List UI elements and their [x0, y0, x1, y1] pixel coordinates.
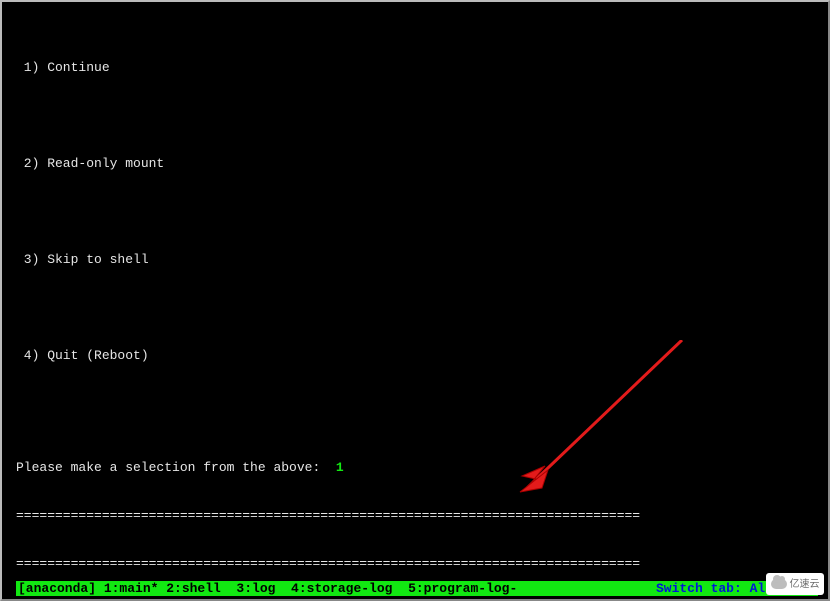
menu-option-1: 1) Continue	[16, 60, 818, 76]
blank-line	[16, 300, 818, 316]
selection-input-value[interactable]: 1	[336, 460, 344, 475]
blank-line	[16, 396, 818, 412]
separator-line: ========================================…	[16, 508, 818, 524]
terminal-window: 1) Continue 2) Read-only mount 3) Skip t…	[0, 0, 830, 601]
terminal-output[interactable]: 1) Continue 2) Read-only mount 3) Skip t…	[16, 12, 818, 579]
watermark-logo: 亿速云	[766, 573, 824, 595]
separator-line: ========================================…	[16, 556, 818, 572]
tmux-status-bar[interactable]: [anaconda] 1:main* 2:shell 3:log 4:stora…	[16, 581, 818, 596]
blank-line	[16, 204, 818, 220]
blank-line	[16, 108, 818, 124]
menu-option-4: 4) Quit (Reboot)	[16, 348, 818, 364]
menu-option-3: 3) Skip to shell	[16, 252, 818, 268]
menu-option-2: 2) Read-only mount	[16, 156, 818, 172]
selection-prompt-text: Please make a selection from the above:	[16, 460, 336, 475]
selection-prompt: Please make a selection from the above: …	[16, 460, 818, 476]
tmux-tabs[interactable]: [anaconda] 1:main* 2:shell 3:log 4:stora…	[16, 581, 648, 596]
watermark-text: 亿速云	[790, 579, 820, 590]
cloud-icon	[771, 579, 787, 589]
